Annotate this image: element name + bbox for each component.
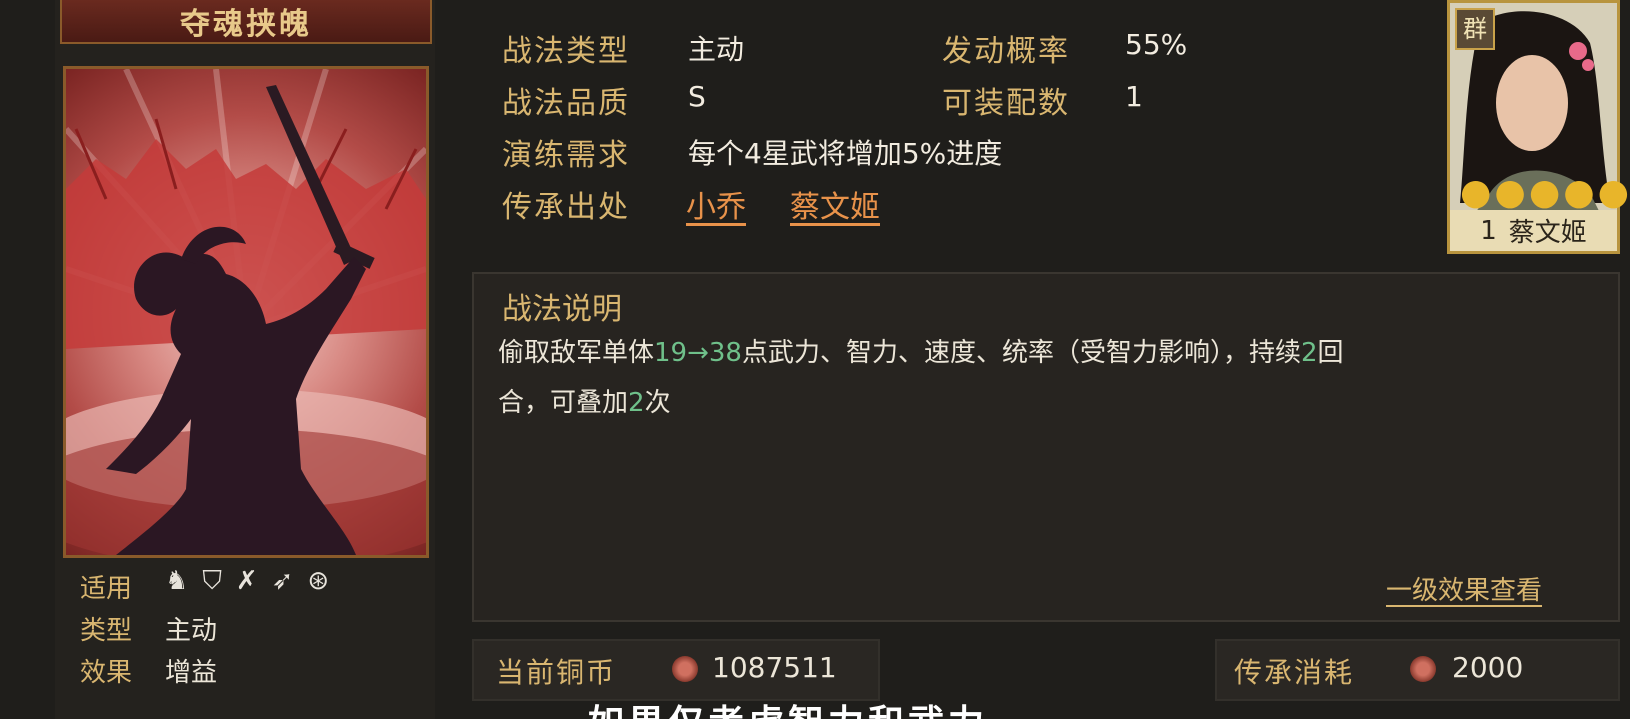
inherit-cost-label: 传承消耗 bbox=[1234, 656, 1355, 689]
description-part: 合，可叠加 bbox=[498, 388, 629, 418]
description-part: 次 bbox=[644, 388, 671, 418]
skill-quality-value: S bbox=[688, 80, 706, 113]
warrior-silhouette-art bbox=[66, 69, 426, 555]
description-part: 偷取敌军单体 bbox=[498, 338, 655, 368]
skill-card-art bbox=[63, 66, 429, 558]
spear-icon: ➶ bbox=[271, 566, 294, 596]
subtitle-clip: 如果仅考虑智力和武力 bbox=[0, 690, 1630, 719]
type-label: 类型 bbox=[80, 616, 133, 646]
general-name: 蔡文姬 bbox=[1508, 218, 1587, 248]
shield-icon: ⛉ bbox=[202, 566, 222, 596]
trigger-rate-label: 发动概率 bbox=[942, 34, 1070, 69]
origin-label: 传承出处 bbox=[502, 190, 630, 225]
general-stars: ●●●●● bbox=[1460, 172, 1630, 213]
effect-value: 增益 bbox=[165, 658, 218, 688]
crossbow-icon: ✗ bbox=[235, 566, 258, 596]
unit-type-icons: ♞ ⛉ ✗ ➶ ⊛ bbox=[165, 566, 329, 597]
description-part: 回 bbox=[1317, 338, 1344, 368]
damage-range: 19→38 bbox=[654, 338, 742, 368]
skill-quality-label: 战法品质 bbox=[502, 86, 630, 121]
origin-link-xiaoqiao[interactable]: 小乔 bbox=[686, 182, 746, 226]
video-subtitle: 如果仅考虑智力和武力 bbox=[588, 694, 988, 719]
equip-slots-value: 1 bbox=[1125, 80, 1143, 113]
description-text: 偷取敌军单体19→38点武力、智力、速度、统率（受智力影响），持续2回 合，可叠加… bbox=[498, 328, 1608, 428]
trigger-rate-value: 55% bbox=[1125, 28, 1188, 61]
skill-name: 夺魂挟魄 bbox=[60, 0, 432, 44]
effect-label: 效果 bbox=[80, 658, 133, 688]
training-label: 演练需求 bbox=[502, 138, 630, 173]
equip-slots-label: 可装配数 bbox=[942, 86, 1070, 121]
type-value: 主动 bbox=[165, 616, 218, 646]
general-name-plate: 1 蔡文姬 bbox=[1450, 210, 1617, 251]
stack-count: 2 bbox=[628, 388, 645, 418]
description-part: 点武力、智力、速度、统率（受智力影响），持续 bbox=[741, 338, 1301, 368]
inherit-cost-value: 2000 bbox=[1452, 651, 1524, 684]
copper-coin-icon bbox=[1410, 656, 1436, 682]
general-level: 1 bbox=[1480, 215, 1497, 246]
skill-type-label: 战法类型 bbox=[502, 34, 630, 69]
copper-coin-icon bbox=[672, 656, 698, 682]
level-one-effect-link[interactable]: 一级效果查看 bbox=[1386, 570, 1542, 607]
origin-link-caiwenji[interactable]: 蔡文姬 bbox=[790, 182, 880, 226]
current-coin-label: 当前铜币 bbox=[496, 656, 617, 689]
duration-rounds: 2 bbox=[1300, 338, 1318, 368]
training-value: 每个4星武将增加5%进度 bbox=[688, 137, 1003, 170]
skill-type-value: 主动 bbox=[688, 33, 745, 66]
faction-badge: 群 bbox=[1455, 8, 1495, 50]
apply-label: 适用 bbox=[80, 574, 133, 604]
cavalry-icon: ♞ bbox=[165, 566, 189, 596]
description-title: 战法说明 bbox=[502, 292, 622, 327]
wheel-icon: ⊛ bbox=[307, 566, 330, 596]
current-coin-value: 1087511 bbox=[712, 651, 837, 684]
